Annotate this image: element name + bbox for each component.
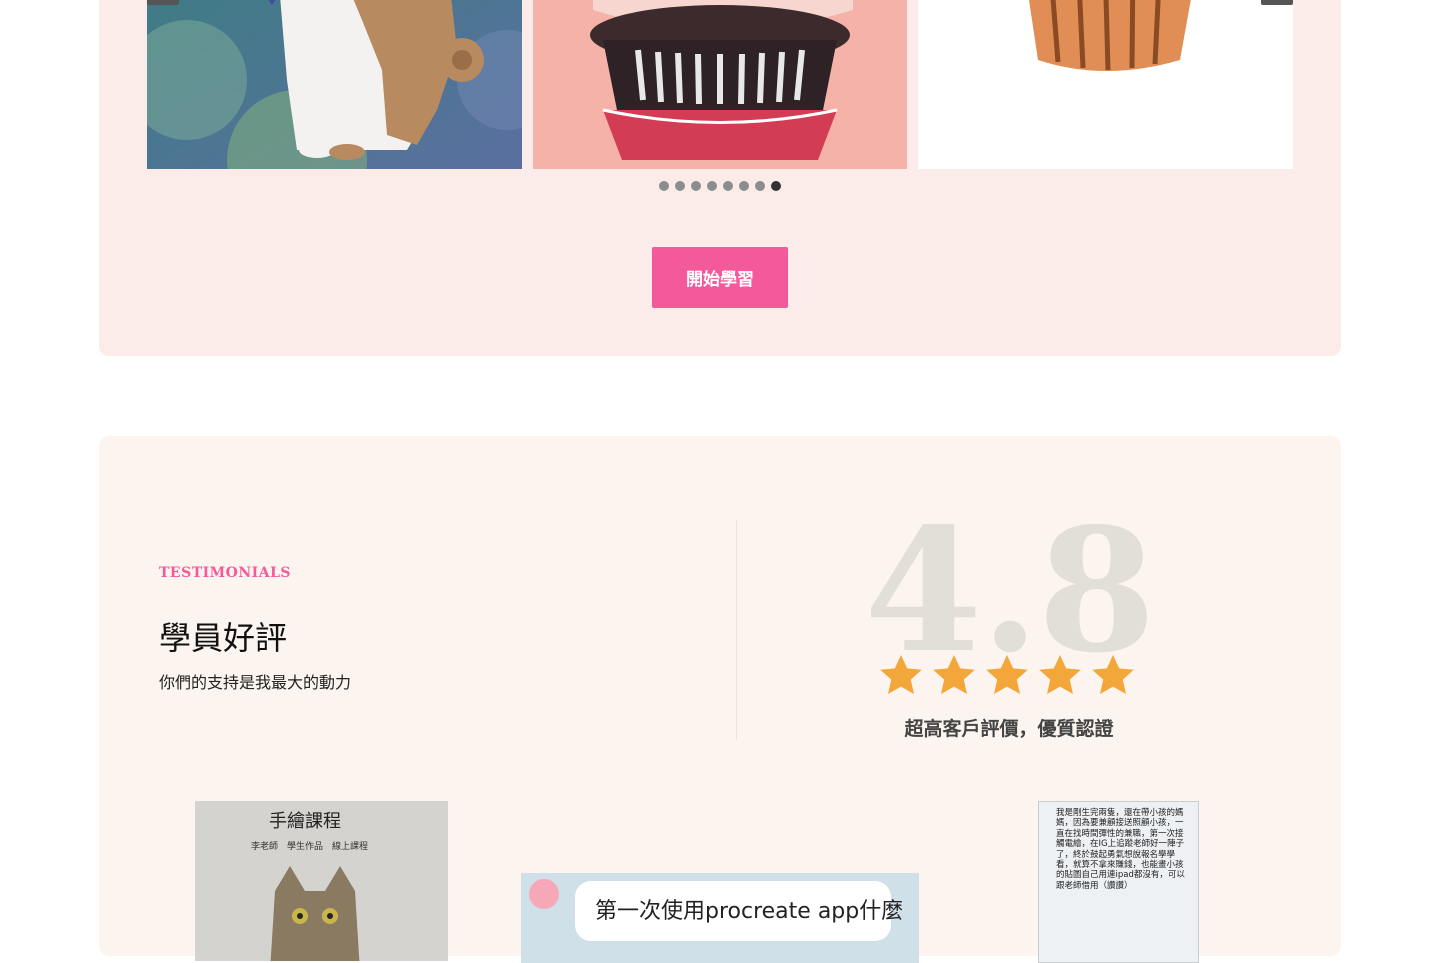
review-text: 我是剛生完兩隻，還在帶小孩的媽媽，因為要兼顧接送照顧小孩，一直在找時間彈性的兼職… — [1056, 808, 1185, 891]
section-title: 學員好評 — [159, 619, 288, 657]
carousel-dot-2[interactable] — [675, 181, 685, 191]
testimonials-section: TESTIMONIALS 學員好評 你們的支持是我最大的動力 4.8 超高客戶評… — [99, 436, 1341, 963]
section-eyebrow: TESTIMONIALS — [159, 565, 292, 581]
review-labels: 李老師 學生作品 線上課程 — [251, 842, 369, 852]
gallery-tile-cupcake-sketch[interactable] — [918, 0, 1293, 169]
cupcake-illustration — [533, 0, 907, 169]
review-heading: 手繪課程 — [269, 811, 341, 832]
carousel-dot-5[interactable] — [723, 181, 733, 191]
cat-photo — [270, 866, 360, 961]
rating-score: 4.8 — [864, 491, 1156, 691]
carousel-dot-4[interactable] — [707, 181, 717, 191]
cupcake-sketch-illustration — [918, 0, 1293, 169]
start-learning-button[interactable]: 開始學習 — [652, 247, 788, 308]
gallery-section: 開始學習 — [99, 0, 1341, 356]
carousel-prev-button[interactable] — [147, 0, 179, 5]
review-card-2[interactable]: 第一次使用procreate app什麼 — [521, 873, 919, 963]
carousel-next-button[interactable] — [1261, 0, 1293, 5]
gallery-tile-cupcake[interactable] — [533, 0, 907, 169]
avatar — [529, 879, 559, 909]
carousel-dot-7[interactable] — [755, 181, 765, 191]
carousel-dot-1[interactable] — [659, 181, 669, 191]
section-subtitle: 你們的支持是我最大的動力 — [159, 673, 352, 692]
carousel-dot-6[interactable] — [739, 181, 749, 191]
star-icon — [986, 655, 1028, 694]
gallery-tile-dog[interactable] — [147, 0, 522, 169]
review-text: 第一次使用procreate app什麼 — [595, 899, 904, 924]
star-icon — [1039, 655, 1081, 694]
rating-caption: 超高客戶評價，優質認證 — [904, 718, 1114, 740]
carousel-dots — [659, 181, 781, 191]
chat-bubble: 第一次使用procreate app什麼 — [575, 881, 903, 941]
review-card-3[interactable]: 我是剛生完兩隻，還在帶小孩的媽媽，因為要兼顧接送照顧小孩，一直在找時間彈性的兼職… — [1038, 801, 1199, 963]
star-icon — [933, 655, 975, 694]
carousel-dot-8[interactable] — [771, 181, 781, 191]
star-icon — [880, 655, 922, 694]
rating-stars — [877, 652, 1137, 700]
dog-illustration — [147, 0, 522, 169]
vertical-divider — [736, 520, 737, 740]
review-card-1[interactable]: 手繪課程 李老師 學生作品 線上課程 — [195, 801, 448, 961]
star-icon — [1092, 655, 1134, 694]
carousel-dot-3[interactable] — [691, 181, 701, 191]
